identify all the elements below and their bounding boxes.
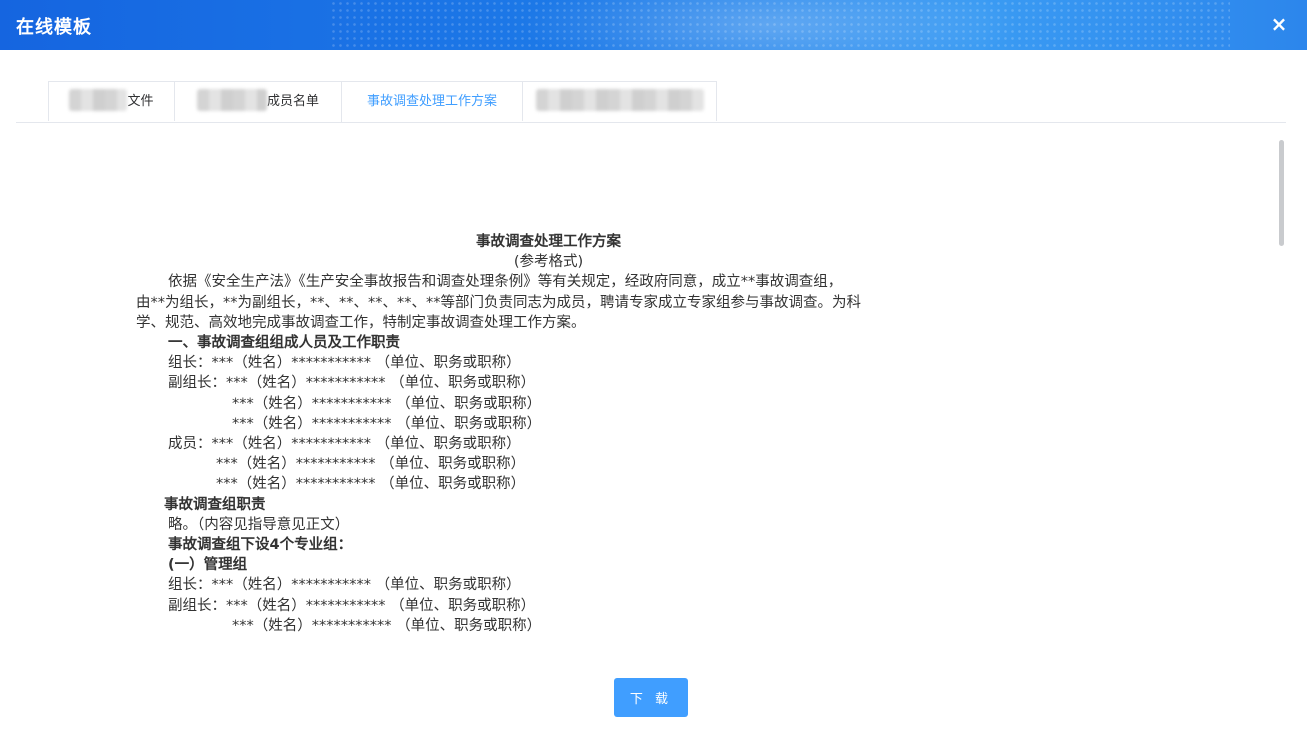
tab-bar: 文件 成员名单 事故调查处理工作方案 [16, 81, 1286, 123]
tab-other[interactable] [522, 81, 717, 121]
redacted-text [196, 89, 267, 111]
document-subtitle: (参考格式) [513, 254, 584, 271]
dialog-header: 在线模板 × [0, 0, 1307, 50]
tab-label: 文件 [127, 94, 154, 109]
member-line: 成员：***（姓名）*********** （单位、职务或职称） [168, 436, 521, 453]
paragraph-line: 依据《安全生产法》《生产安全事故报告和调查处理条例》等有关规定，经政府同意，成立… [168, 274, 843, 291]
download-button[interactable]: 下 载 [614, 678, 688, 717]
document-title: 事故调查处理工作方案 [476, 234, 621, 250]
member-line: 组长：***（姓名）*********** （单位、职务或职称） [168, 355, 521, 372]
header-glow [520, 0, 1020, 50]
member-line: 组长：***（姓名）*********** （单位、职务或职称） [168, 577, 521, 594]
member-line: 副组长：***（姓名）*********** （单位、职务或职称） [168, 375, 536, 392]
paragraph-line: 学、规范、高效地完成事故调查工作，特制定事故调查处理工作方案。 [136, 314, 586, 331]
document-content: 事故调查处理工作方案 (参考格式) 依据《安全生产法》《生产安全事故报告和调查处… [136, 232, 956, 636]
dialog-title: 在线模板 [16, 17, 92, 38]
section-heading: 一、事故调查组组成人员及工作职责 [168, 335, 400, 352]
redacted-text [69, 89, 128, 111]
tab-label: 成员名单 [266, 94, 319, 109]
paragraph-line: 略。（内容见指导意见正文） [168, 516, 350, 533]
section-heading: 事故调查组下设4个专业组： [168, 537, 353, 554]
member-line: ***（姓名）*********** （单位、职务或职称） [216, 476, 526, 493]
section-heading: (一）管理组 [168, 557, 248, 574]
tab-label: 事故调查处理工作方案 [366, 94, 497, 109]
close-icon[interactable]: × [1267, 12, 1291, 36]
tab-file[interactable]: 文件 [48, 81, 174, 121]
redacted-text [535, 89, 704, 111]
tab-work-plan[interactable]: 事故调查处理工作方案 [341, 81, 522, 122]
member-line: ***（姓名）*********** （单位、职务或职称） [216, 456, 526, 473]
tab-member-list[interactable]: 成员名单 [174, 81, 341, 121]
scrollbar-thumb[interactable] [1279, 140, 1284, 246]
paragraph-line: 由**为组长，**为副组长，**、**、**、**、**等部门负责同志为成员，聘… [136, 294, 861, 311]
member-line: ***（姓名）*********** （单位、职务或职称） [232, 617, 542, 634]
section-heading: 事故调查组职责 [164, 496, 266, 513]
document-viewer[interactable]: 事故调查处理工作方案 (参考格式) 依据《安全生产法》《生产安全事故报告和调查处… [16, 130, 1278, 640]
member-line: ***（姓名）*********** （单位、职务或职称） [232, 415, 542, 432]
member-line: 副组长：***（姓名）*********** （单位、职务或职称） [168, 597, 536, 614]
member-line: ***（姓名）*********** （单位、职务或职称） [232, 395, 542, 412]
